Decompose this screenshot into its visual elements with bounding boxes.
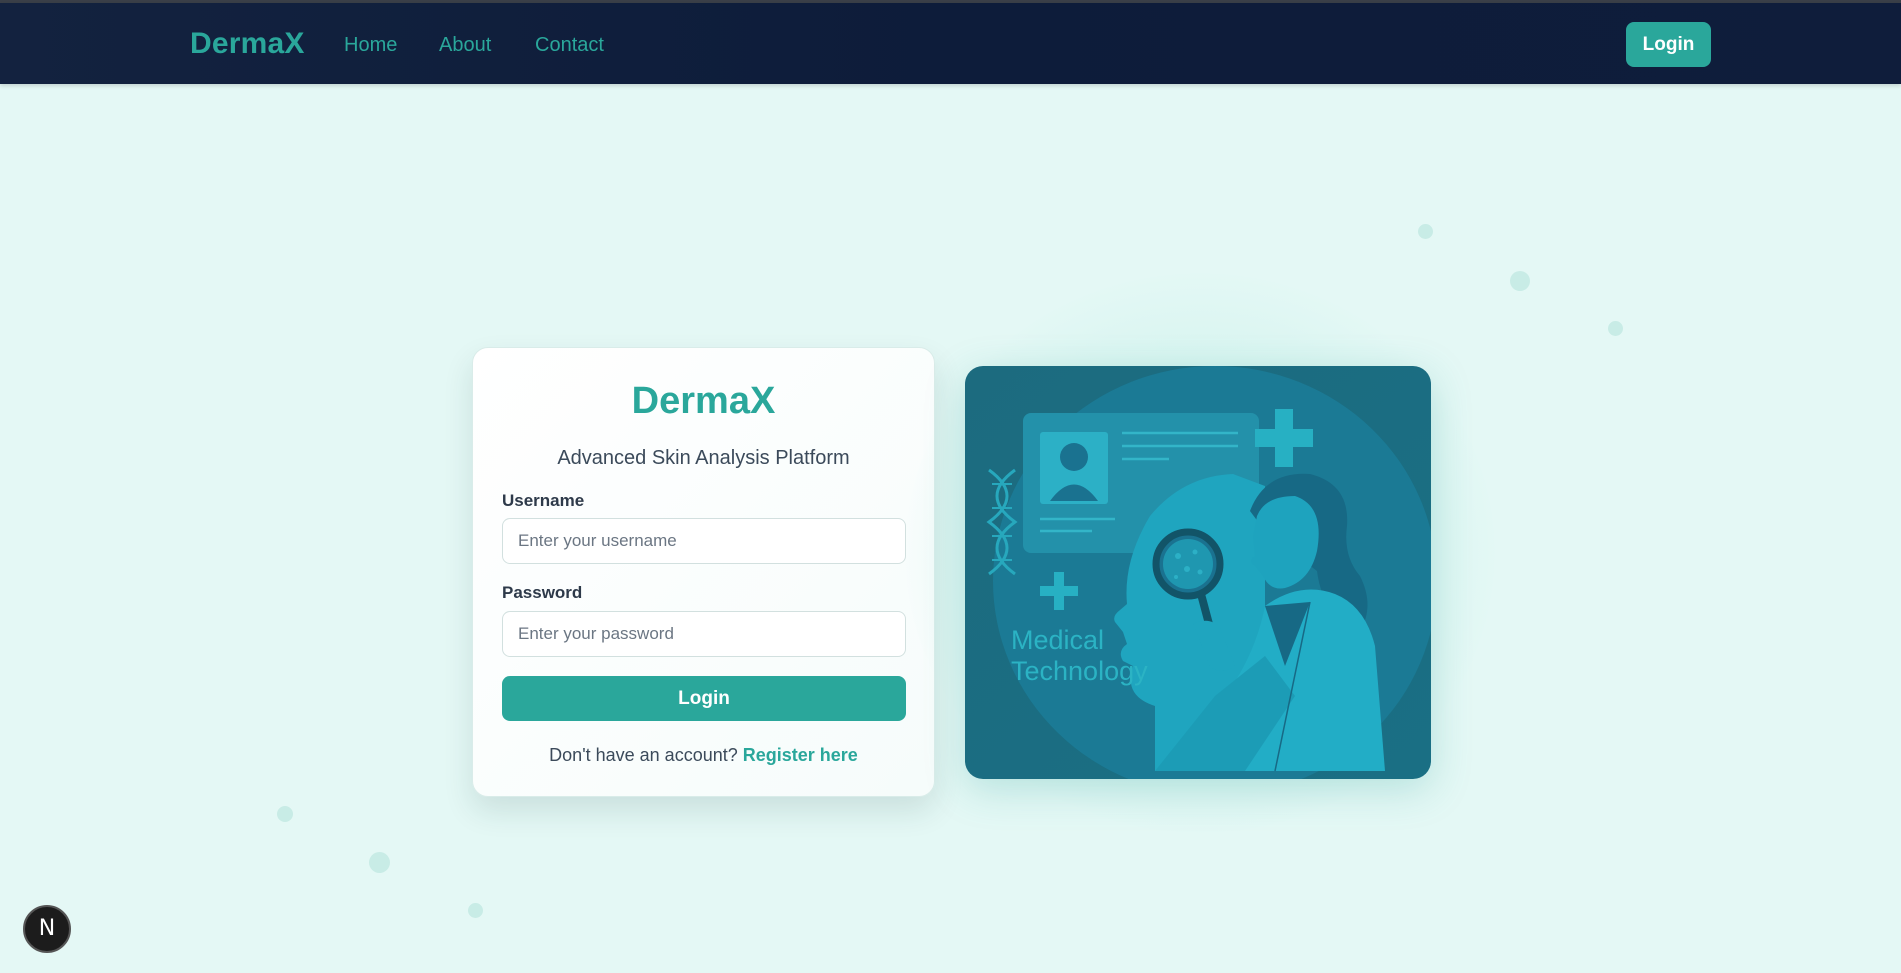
illustration-caption-line2: Technology (1011, 656, 1148, 686)
decor-dot (1510, 271, 1530, 291)
username-label: Username (502, 491, 585, 510)
decor-dot (1608, 321, 1623, 336)
card-subtitle: Advanced Skin Analysis Platform (557, 447, 850, 469)
medical-illustration-graphic (965, 366, 1431, 779)
decor-dot (369, 852, 390, 873)
decor-dot (277, 806, 293, 822)
medical-illustration: Medical Technology (965, 366, 1431, 779)
illustration-caption-line1: Medical (1011, 625, 1105, 655)
nav-link-home[interactable]: Home (344, 34, 397, 57)
decor-dot (468, 903, 483, 918)
nav-login-button[interactable]: Login (1626, 22, 1711, 67)
brand-logo[interactable]: DermaX (190, 27, 305, 61)
dev-tools-badge[interactable]: N (23, 905, 71, 953)
login-card: DermaX Advanced Skin Analysis Platform U… (472, 347, 935, 797)
nav-link-about[interactable]: About (439, 34, 491, 57)
login-submit-button[interactable]: Login (502, 676, 906, 721)
register-prompt: Don't have an account? Register here (473, 745, 934, 766)
register-prompt-text: Don't have an account? (549, 745, 738, 765)
top-navbar: DermaX Home About Contact Login (0, 3, 1901, 84)
card-title: DermaX (631, 380, 776, 422)
username-input[interactable] (502, 518, 906, 564)
nav-link-contact[interactable]: Contact (535, 34, 604, 57)
password-input[interactable] (502, 611, 906, 657)
register-link[interactable]: Register here (743, 745, 858, 765)
password-label: Password (502, 583, 583, 602)
decor-dot (1418, 224, 1433, 239)
